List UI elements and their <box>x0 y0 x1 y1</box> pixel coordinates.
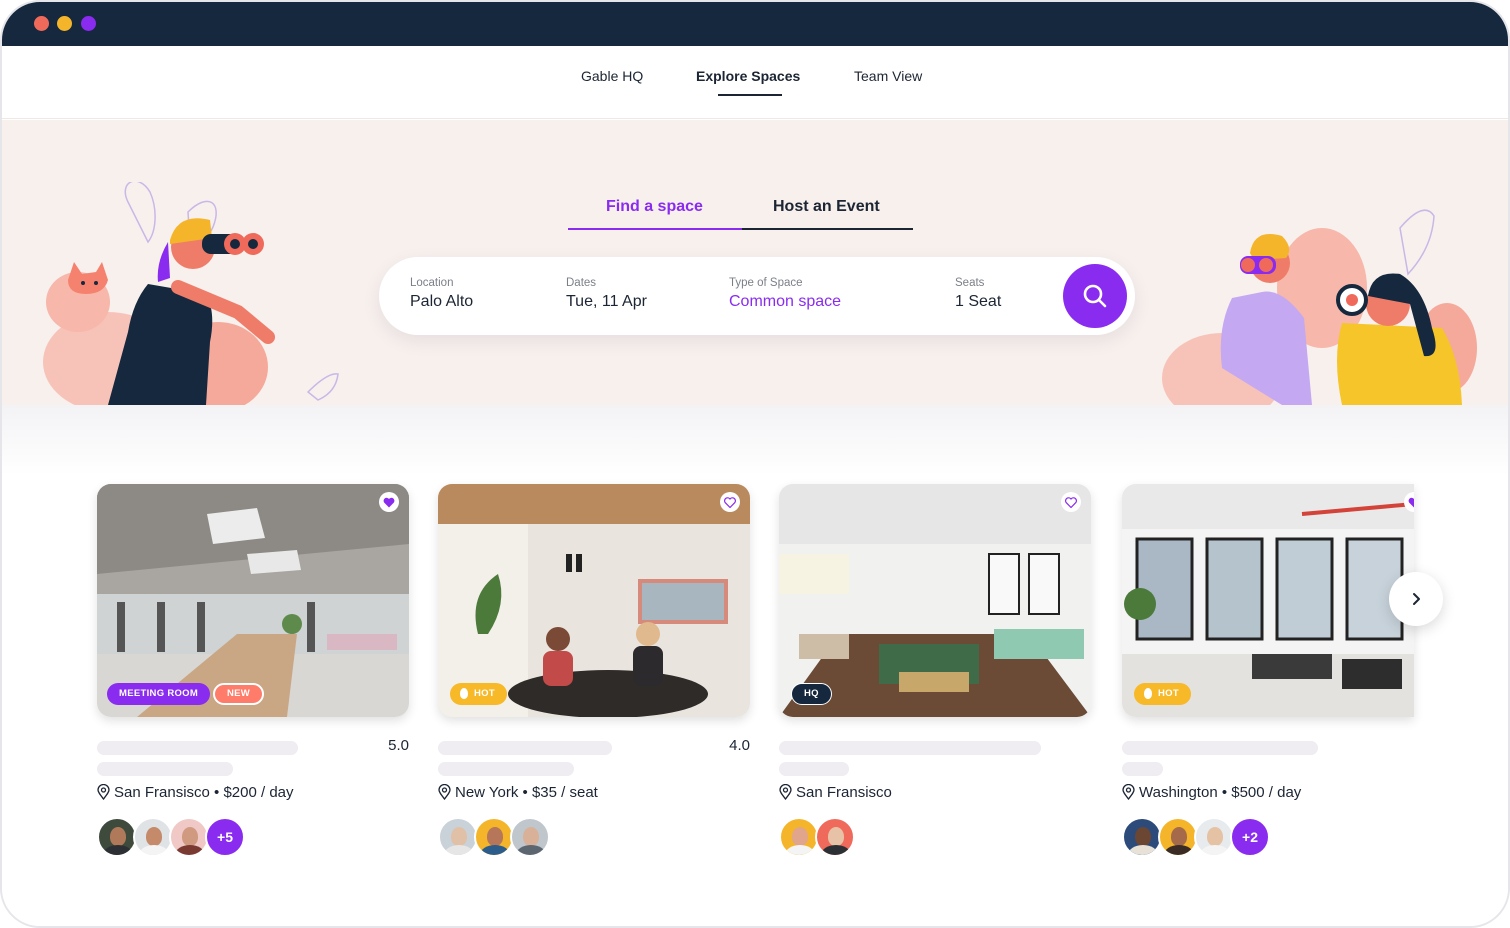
tab-host-an-event[interactable]: Host an Event <box>773 198 880 216</box>
chevron-right-icon <box>1413 593 1420 605</box>
location-name: New York <box>455 784 519 801</box>
title-bar <box>2 2 1508 46</box>
location-value: Palo Alto <box>410 293 474 310</box>
spaces-carousel: MEETING ROOM NEW 5.0 San Fransisco • $20… <box>2 405 1508 926</box>
hot-badge: HOT <box>1134 683 1191 705</box>
dates-field[interactable]: Dates Tue, 11 Apr <box>566 277 647 311</box>
top-navigation: Gable HQ Explore Spaces Team View <box>2 46 1508 119</box>
close-window-button[interactable] <box>34 16 49 31</box>
favorite-button[interactable] <box>379 492 399 512</box>
location-name: San Fransisco <box>796 784 892 801</box>
title-placeholder <box>97 741 298 755</box>
minimize-window-button[interactable] <box>57 16 72 31</box>
avatar <box>474 817 514 857</box>
office-photo-lounge <box>779 484 1091 717</box>
more-attendees-count[interactable]: +5 <box>205 817 245 857</box>
seats-value: 1 Seat <box>955 293 1002 310</box>
space-type-label: Type of Space <box>729 277 803 289</box>
avatar <box>133 817 173 857</box>
binoculars-woman-illustration <box>43 182 339 405</box>
tab-underline <box>742 228 913 230</box>
space-type-field[interactable]: Type of Space Common space <box>729 277 841 311</box>
avatar <box>169 817 209 857</box>
location-line: New York • $35 / seat <box>438 784 598 801</box>
heart-icon <box>1408 497 1414 508</box>
subtitle-placeholder <box>97 762 233 776</box>
location-name: Washington <box>1139 784 1218 801</box>
subtitle-placeholder <box>438 762 574 776</box>
search-icon <box>1083 284 1107 308</box>
location-line: San Fransisco <box>779 784 892 801</box>
map-pin-icon <box>438 784 451 800</box>
space-photo[interactable]: MEETING ROOM NEW <box>97 484 409 717</box>
heart-icon <box>1065 497 1077 508</box>
seats-label: Seats <box>955 277 985 289</box>
price: • $200 / day <box>214 784 294 801</box>
map-pin-icon <box>1122 784 1135 800</box>
search-bar: Location Palo Alto Dates Tue, 11 Apr Typ… <box>379 257 1135 335</box>
favorite-button[interactable] <box>720 492 740 512</box>
space-photo[interactable]: HOT <box>1122 484 1414 717</box>
map-pin-icon <box>97 784 110 800</box>
space-photo[interactable]: HOT <box>438 484 750 717</box>
avatar <box>510 817 550 857</box>
space-photo[interactable]: HQ <box>779 484 1091 717</box>
rating: 5.0 <box>388 737 409 754</box>
space-card[interactable]: HOT 4.0 New York • $35 / seat <box>438 484 750 857</box>
tab-find-a-space[interactable]: Find a space <box>606 198 703 216</box>
more-attendees-count[interactable]: +2 <box>1230 817 1270 857</box>
search-button[interactable] <box>1063 264 1127 328</box>
space-type-value: Common space <box>729 293 842 310</box>
search-hero: Find a space Host an Event Location Palo… <box>2 120 1508 405</box>
heart-icon <box>724 497 736 508</box>
avatar <box>815 817 855 857</box>
space-card[interactable]: MEETING ROOM NEW 5.0 San Fransisco • $20… <box>97 484 409 857</box>
title-placeholder <box>438 741 612 755</box>
nav-explore-spaces[interactable]: Explore Spaces <box>696 68 800 84</box>
active-nav-indicator <box>718 94 782 96</box>
location-line: San Fransisco • $200 / day <box>97 784 294 801</box>
new-badge: NEW <box>213 683 265 705</box>
favorite-button[interactable] <box>1061 492 1081 512</box>
location-label: Location <box>410 277 454 289</box>
avatar <box>779 817 819 857</box>
dates-value: Tue, 11 Apr <box>566 293 647 310</box>
rating: 4.0 <box>729 737 750 754</box>
avatar <box>438 817 478 857</box>
avatar <box>97 817 137 857</box>
carousel-next-button[interactable] <box>1389 572 1443 626</box>
avatar <box>1158 817 1198 857</box>
active-tab-underline <box>568 228 742 230</box>
avatar <box>1122 817 1162 857</box>
space-card[interactable]: HQ San Fransisco <box>779 484 1091 857</box>
category-badge: MEETING ROOM <box>107 683 211 705</box>
location-name: San Fransisco <box>114 784 210 801</box>
heart-icon <box>383 497 395 508</box>
subtitle-placeholder <box>779 762 849 776</box>
app-window: Gable HQ Explore Spaces Team View Find a… <box>0 0 1510 928</box>
hq-badge: HQ <box>791 683 832 705</box>
price: • $35 / seat <box>522 784 598 801</box>
nav-team-view[interactable]: Team View <box>854 68 922 84</box>
title-placeholder <box>1122 741 1318 755</box>
title-placeholder <box>779 741 1041 755</box>
seats-field[interactable]: Seats 1 Seat <box>955 277 1001 311</box>
hero-tabs: Find a space Host an Event <box>568 198 913 230</box>
nav-gable-hq[interactable]: Gable HQ <box>581 68 643 84</box>
map-pin-icon <box>779 784 792 800</box>
space-card[interactable]: HOT Washington • $500 / day +2 <box>1122 484 1434 857</box>
explorers-illustration <box>1162 209 1477 405</box>
subtitle-placeholder <box>1122 762 1163 776</box>
location-field[interactable]: Location Palo Alto <box>410 277 473 311</box>
price: • $500 / day <box>1221 784 1302 801</box>
avatar <box>1194 817 1234 857</box>
hot-badge: HOT <box>450 683 507 705</box>
maximize-window-button[interactable] <box>81 16 96 31</box>
dates-label: Dates <box>566 277 597 289</box>
location-line: Washington • $500 / day <box>1122 784 1301 801</box>
